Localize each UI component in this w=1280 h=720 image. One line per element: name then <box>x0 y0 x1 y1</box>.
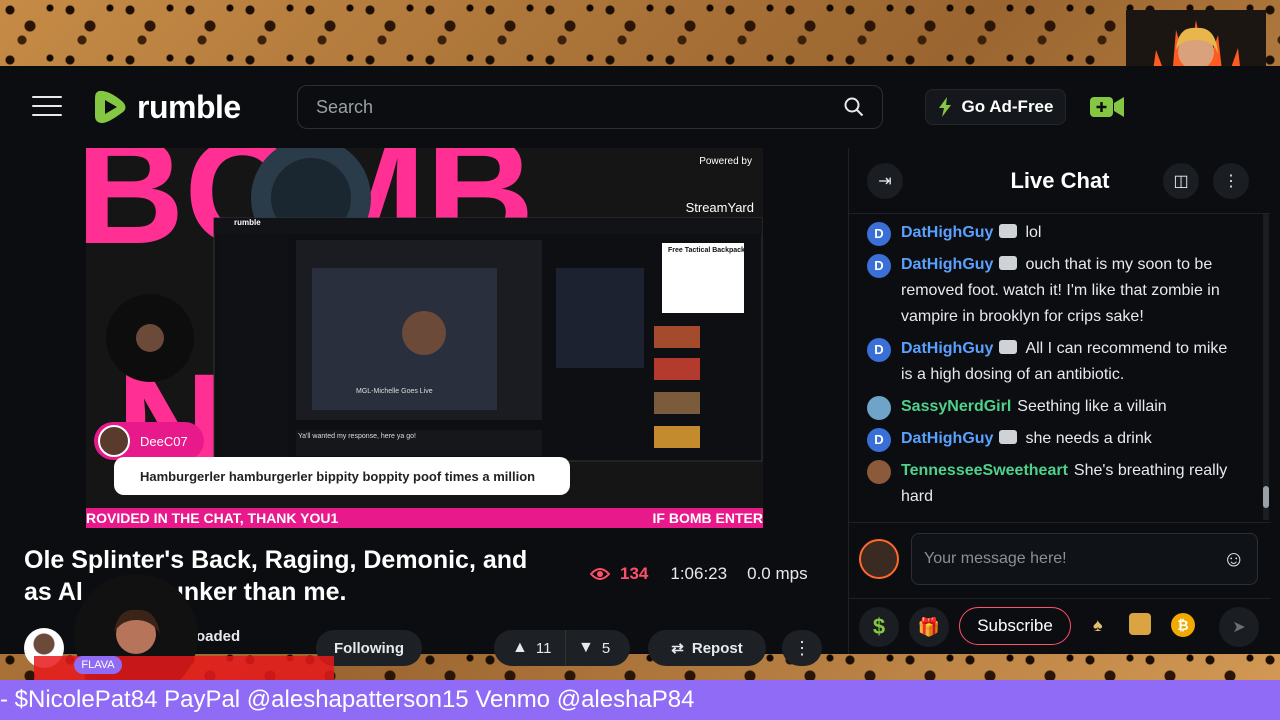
chat-user-avatar[interactable]: D <box>867 338 891 362</box>
chat-actions: $ 🎁 Subscribe ♠ ₿ ➤ <box>849 598 1271 654</box>
user-badge-icon <box>999 430 1018 444</box>
chat-message-body: DatHighGuy she needs a drink <box>901 426 1152 452</box>
bitcoin-icon[interactable]: ₿ <box>1171 613 1195 637</box>
logo-text: rumble <box>137 88 241 125</box>
chat-message-body: TennesseeSweetheart She's breathing reall… <box>901 458 1243 510</box>
highlighted-comment: Hamburgerler hamburgerler bippity boppit… <box>114 457 570 495</box>
like-count: 11 <box>535 639 552 657</box>
chat-username[interactable]: DatHighGuy <box>901 224 993 241</box>
gift-icon[interactable]: 🎁 <box>909 607 949 647</box>
chat-message-text: she needs a drink <box>1025 430 1152 447</box>
streamyard-powered-label: Powered by <box>699 156 752 167</box>
chat-message-text: lol <box>1025 224 1042 241</box>
vote-buttons: ▲ 11 ▼ 5 <box>494 630 630 666</box>
chat-username[interactable]: DatHighGuy <box>901 340 993 357</box>
commenter-name: DeeC07 <box>140 433 188 449</box>
more-options-icon[interactable]: ⋮ <box>782 630 822 666</box>
rumble-logo-icon <box>95 90 126 124</box>
chat-message-input[interactable] <box>924 550 1223 568</box>
messages-per-second: 0.0 mps <box>747 564 808 583</box>
chat-message-text: Seething like a villain <box>1017 398 1167 415</box>
chat-options-icon[interactable]: ⋮ <box>1213 163 1249 199</box>
video-player[interactable]: BOMB N Powered by StreamYard rumble MGL-… <box>86 148 763 528</box>
duration: 1:06:23 <box>670 564 728 583</box>
dislike-button[interactable]: ▼ 5 <box>566 639 610 657</box>
chat-username[interactable]: DatHighGuy <box>901 430 993 447</box>
top-navigation-bar: rumble Go Ad-Free <box>0 66 1280 148</box>
chat-message: D DatHighGuy All I can recommend to mike i… <box>867 336 1243 388</box>
rumble-window: rumble Go Ad-Free BOMB N <box>0 66 1280 668</box>
go-ad-free-label: Go Ad-Free <box>961 97 1054 116</box>
chat-input-row: ☺ <box>849 522 1271 598</box>
repost-icon: ⇄ <box>671 640 684 657</box>
donation-ticker: - $NicolePat84 PayPal @aleshapatterson15… <box>0 680 1280 720</box>
scrolling-banner: ROVIDED IN THE CHAT, THANK YOU1 IF BOMB … <box>86 508 763 528</box>
live-chat-panel: ⇥ Live Chat ◫ ⋮ D DatHighGuy lol D DatHighGu… <box>848 148 1271 654</box>
chat-message-body: DatHighGuy lol <box>901 220 1041 246</box>
user-badge-icon <box>999 224 1018 238</box>
menu-icon[interactable] <box>32 96 62 118</box>
commenter-avatar <box>98 425 130 457</box>
search-bar[interactable] <box>297 85 883 129</box>
chat-scrollbar[interactable] <box>1263 214 1269 520</box>
banner-left-text: ROVIDED IN THE CHAT, THANK YOU1 <box>86 510 339 526</box>
user-badge-icon <box>999 340 1018 354</box>
chat-message: D DatHighGuy she needs a drink <box>867 426 1243 452</box>
streamyard-name: StreamYard <box>685 200 754 215</box>
chat-user-avatar[interactable] <box>867 396 891 420</box>
user-badge-icon <box>999 256 1018 270</box>
chat-header: ⇥ Live Chat ◫ ⋮ <box>849 148 1270 214</box>
repost-label: Repost <box>691 639 743 657</box>
rumble-logo[interactable]: rumble <box>93 87 241 127</box>
chat-message: TennesseeSweetheart She's breathing reall… <box>867 458 1243 510</box>
go-live-camera-icon[interactable] <box>1090 94 1124 120</box>
banner-right-text: IF BOMB ENTER <box>652 510 763 526</box>
chat-username[interactable]: TennesseeSweetheart <box>901 462 1068 479</box>
channel-status: oaded <box>196 628 241 645</box>
search-icon[interactable] <box>844 97 864 117</box>
view-count: 134 <box>620 564 649 583</box>
chat-messages: D DatHighGuy lol D DatHighGuy ouch that is my… <box>849 214 1261 520</box>
chat-user-avatar[interactable] <box>867 460 891 484</box>
emoji-icon[interactable]: ☺ <box>1223 546 1245 572</box>
guest-name-tag-front: FLAVA <box>74 656 122 674</box>
lightning-icon <box>938 97 951 117</box>
inner-rumble-logo-text: rumble <box>234 218 261 227</box>
like-button[interactable]: ▲ 11 <box>494 630 566 666</box>
rant-emoji-icon[interactable]: ♠ <box>1093 615 1103 636</box>
inner-video-title: MGL-Michelle Goes Live <box>356 388 433 395</box>
eye-icon <box>590 568 610 580</box>
chat-message: SassyNerdGirl Seething like a villain <box>867 394 1243 420</box>
theater-mode-icon[interactable]: ◫ <box>1163 163 1199 199</box>
chat-message: D DatHighGuy ouch that is my soon to be re… <box>867 252 1243 330</box>
video-title-line-1: Ole Splinter's Back, Raging, Demonic, an… <box>24 546 528 574</box>
inner-ad-title: Free Tactical Backpack <box>668 247 745 254</box>
commenter-pill: DeeC07 <box>94 422 204 460</box>
send-icon[interactable]: ➤ <box>1219 607 1259 647</box>
chat-user-avatar[interactable]: D <box>867 254 891 278</box>
chat-input-box[interactable]: ☺ <box>911 533 1258 585</box>
dollar-icon[interactable]: $ <box>859 607 899 647</box>
chat-message-body: DatHighGuy All I can recommend to mike is… <box>901 336 1243 388</box>
thumbs-down-icon: ▼ <box>578 639 594 656</box>
subscribe-button[interactable]: Subscribe <box>959 607 1071 645</box>
chat-message: D DatHighGuy lol <box>867 220 1243 246</box>
inner-comment: Ya'll wanted my response, here ya go! <box>298 433 416 440</box>
chat-message-body: DatHighGuy ouch that is my soon to be rem… <box>901 252 1243 330</box>
chat-user-avatar[interactable]: D <box>867 428 891 452</box>
doge-icon[interactable] <box>1129 613 1151 635</box>
chat-message-body: SassyNerdGirl Seething like a villain <box>901 394 1167 420</box>
thumbs-up-icon: ▲ <box>512 639 528 656</box>
search-input[interactable] <box>316 96 844 118</box>
go-ad-free-button[interactable]: Go Ad-Free <box>925 89 1066 125</box>
video-title-line-2-start: as Al <box>24 578 83 606</box>
chat-title: Live Chat <box>1010 168 1110 193</box>
repost-button[interactable]: ⇄ Repost <box>648 630 766 666</box>
chat-username[interactable]: DatHighGuy <box>901 256 993 273</box>
video-stats: 134 1:06:23 0.0 mps <box>590 564 808 584</box>
chat-username[interactable]: SassyNerdGirl <box>901 398 1011 415</box>
dislike-count: 5 <box>601 639 611 657</box>
chat-user-avatar[interactable]: D <box>867 222 891 246</box>
my-avatar <box>859 539 899 579</box>
